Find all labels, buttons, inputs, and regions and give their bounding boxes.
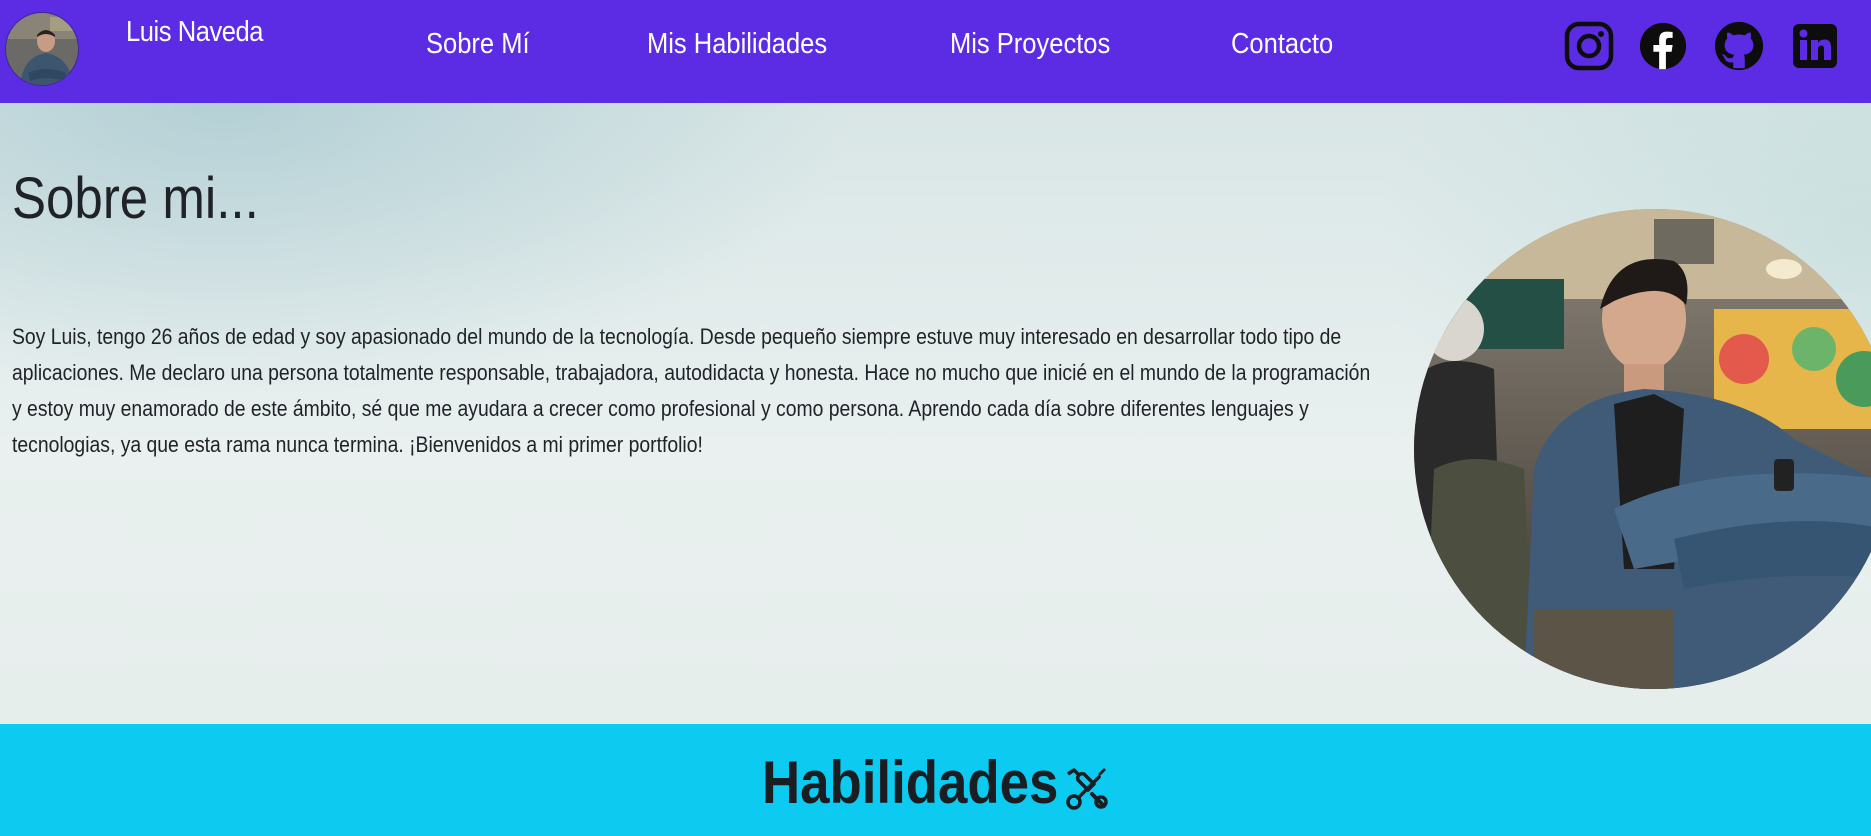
navbar: Luis Naveda Sobre Mí Mis Habilidades Mis… <box>0 0 1871 103</box>
instagram-icon[interactable] <box>1563 20 1615 72</box>
nav-link-mis-habilidades[interactable]: Mis Habilidades <box>647 28 827 61</box>
nav-link-sobre-mi[interactable]: Sobre Mí <box>426 28 530 61</box>
avatar[interactable] <box>5 12 79 86</box>
linkedin-icon[interactable] <box>1792 20 1838 72</box>
about-title: Sobre mi... <box>12 166 259 231</box>
profile-photo <box>1414 209 1871 689</box>
nav-link-contacto[interactable]: Contacto <box>1231 28 1333 61</box>
brand-name[interactable]: Luis Naveda <box>126 16 263 49</box>
facebook-icon[interactable] <box>1638 20 1688 72</box>
skills-title: Habilidades <box>762 749 1059 816</box>
skills-section: Habilidades <box>0 724 1871 836</box>
about-section: Sobre mi... Soy Luis, tengo 26 años de e… <box>0 103 1871 724</box>
tools-icon <box>1064 766 1110 812</box>
about-text: Soy Luis, tengo 26 años de edad y soy ap… <box>12 324 1371 457</box>
github-icon[interactable] <box>1712 20 1766 72</box>
nav-link-mis-proyectos[interactable]: Mis Proyectos <box>950 28 1110 61</box>
